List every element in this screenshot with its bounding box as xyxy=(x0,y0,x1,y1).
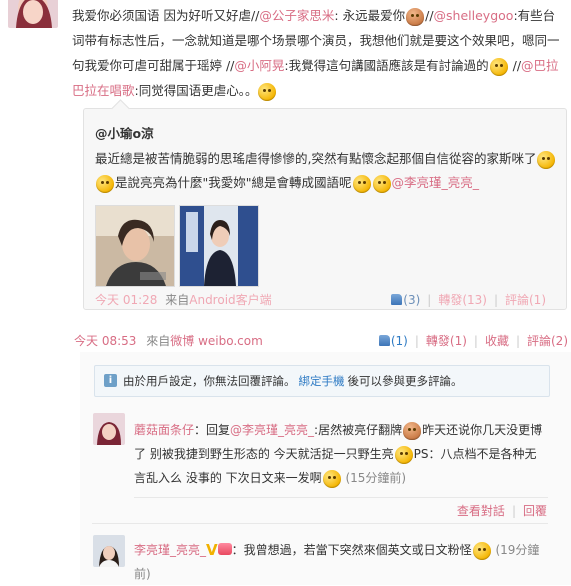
laughing-emoji-icon xyxy=(372,174,391,193)
photo-thumbnail xyxy=(180,206,258,286)
quote-image-2[interactable] xyxy=(179,205,259,287)
poop-emoji-icon xyxy=(403,421,422,440)
sweat-emoji-icon xyxy=(258,82,277,101)
view-conversation-link[interactable]: 查看對話 xyxy=(457,504,505,518)
mention-link[interactable]: @李亮瑾_亮亮_ xyxy=(230,423,314,437)
verified-v-icon: V xyxy=(206,541,218,559)
comment-2: 李亮瑾_亮亮_V ：我曾想過，若當下突然來個英文或日文粉怪 (19分鐘前) xyxy=(134,538,548,586)
quote-image-1[interactable] xyxy=(95,205,175,287)
quote-meta: 今天 01:28 来自Android客户端 (3) | 轉發(13) | 評論(1) xyxy=(95,291,557,308)
commenter-name-link[interactable]: 李亮瑾_亮亮_ xyxy=(134,543,206,557)
post-actions: (1) | 轉發(1) | 收藏 | 評論(2) xyxy=(378,332,568,349)
mention-link[interactable]: @shelleygoo xyxy=(434,8,514,23)
comment-text-segment: ：我曾想過，若當下突然來個英文或日文粉怪 xyxy=(231,543,472,557)
notice-suffix: 後可以參與更多評論。 xyxy=(347,374,463,388)
mention-link[interactable]: @小阿晃 xyxy=(234,58,284,73)
like-button[interactable]: (1) xyxy=(378,334,408,348)
quote-comment-link[interactable]: 評論(1) xyxy=(505,293,546,307)
comment-text-segment: :居然被亮仔翻牌 xyxy=(314,423,403,437)
sweat-emoji-icon xyxy=(489,57,508,76)
laughing-emoji-icon xyxy=(472,541,491,560)
quote-text-line: 是說亮亮為什麼"我愛妳"總是會轉成國語呢 xyxy=(115,175,352,190)
source-link[interactable]: Android客户端 xyxy=(189,293,271,307)
like-count: (1) xyxy=(390,334,408,348)
comment-1-actions: 查看對話 | 回覆 xyxy=(456,504,547,518)
post-text-segment: :我覺得這句講國語應該是有討論過的 xyxy=(284,58,489,73)
divider xyxy=(134,497,548,498)
quote-like-count: (3) xyxy=(403,293,421,307)
commenter-avatar-image xyxy=(93,535,125,567)
post-text: 我爱你必须国语 因为好听又好虐//@公子家思米: 永远最爱你//@shelley… xyxy=(72,3,564,103)
quoted-post: @小瑜o涼 最近總是被苦情脆弱的思瑤虐得慘慘的,突然有點懷念起那個自信從容的家斯… xyxy=(83,99,567,310)
laughing-emoji-icon xyxy=(352,174,371,193)
comment-time: (15分鐘前) xyxy=(345,471,407,485)
divider xyxy=(92,523,548,524)
repost-link[interactable]: 轉發(1) xyxy=(426,334,467,348)
quote-text-line: 最近總是被苦情脆弱的思瑤虐得慘慘的,突然有點懷念起那個自信從容的家斯咪了 xyxy=(95,151,537,166)
thumbs-up-icon xyxy=(378,335,390,346)
source-prefix: 来自 xyxy=(165,293,190,307)
photo-thumbnail xyxy=(96,206,174,286)
worried-emoji-icon xyxy=(537,150,556,169)
post-text-segment: 我爱你必须国语 因为好听又好虐// xyxy=(72,8,260,23)
poster-avatar[interactable] xyxy=(8,0,58,28)
commenter-avatar[interactable] xyxy=(93,535,125,567)
info-icon: i xyxy=(104,374,117,387)
post-time-link[interactable]: 今天 08:53 xyxy=(74,334,136,348)
post-text-segment: // xyxy=(425,8,434,23)
post-text-segment: : 永远最爱你 xyxy=(334,8,406,23)
notice-text-wrap: 由於用戶設定，你無法回覆評論。 綁定手機 後可以參與更多評論。 xyxy=(123,366,463,396)
source-prefix: 來自 xyxy=(146,334,171,348)
post-footer: 今天 08:53 來自微博 weibo.com (1) | 轉發(1) | 收藏 | 評論(… xyxy=(74,332,568,349)
comment-prefix: ：回复 xyxy=(194,423,231,437)
quote-time-link[interactable]: 今天 01:28 xyxy=(95,293,157,307)
favorite-link[interactable]: 收藏 xyxy=(485,334,509,348)
post-text-segment: :同觉得国语更虐心。。 xyxy=(134,83,258,98)
mention-link[interactable]: @公子家思米 xyxy=(259,8,334,23)
thumbs-up-icon xyxy=(391,294,403,305)
quote-actions: (3) | 轉發(13) | 評論(1) xyxy=(391,291,546,308)
poster-avatar-image xyxy=(8,0,58,28)
quote-repost-link[interactable]: 轉發(13) xyxy=(438,293,487,307)
quote-author-link[interactable]: @小瑜o涼 xyxy=(95,123,154,142)
commenter-name-link[interactable]: 蘑菇面条仔 xyxy=(134,423,194,437)
comment-notice: i 由於用戶設定，你無法回覆評論。 綁定手機 後可以參與更多評論。 xyxy=(94,365,550,397)
quote-like-button[interactable]: (3) xyxy=(391,293,420,307)
comment-1: 蘑菇面条仔：回复@李亮瑾_亮亮_:居然被亮仔翻牌 昨天还说你几天没更博了 别被我捷… xyxy=(134,418,548,490)
commenter-avatar-image xyxy=(93,413,125,445)
reply-link[interactable]: 回覆 xyxy=(523,504,547,518)
bind-phone-link[interactable]: 綁定手機 xyxy=(299,374,345,388)
mention-link[interactable]: @李亮瑾_亮亮_ xyxy=(392,175,480,190)
quote-text: 最近總是被苦情脆弱的思瑤虐得慘慘的,突然有點懷念起那個自信從容的家斯咪了 是說亮… xyxy=(95,147,557,195)
member-crown-icon xyxy=(217,543,232,555)
commenter-avatar[interactable] xyxy=(93,413,125,445)
worried-emoji-icon xyxy=(96,174,114,193)
source-link[interactable]: 微博 weibo.com xyxy=(170,334,263,348)
post-text-segment: // xyxy=(508,58,522,73)
comment-link[interactable]: 評論(2) xyxy=(527,334,568,348)
laughing-emoji-icon xyxy=(394,445,413,464)
notice-text: 由於用戶設定，你無法回覆評論。 xyxy=(123,374,296,388)
poop-emoji-icon xyxy=(406,7,425,26)
smirk-emoji-icon xyxy=(322,469,341,488)
